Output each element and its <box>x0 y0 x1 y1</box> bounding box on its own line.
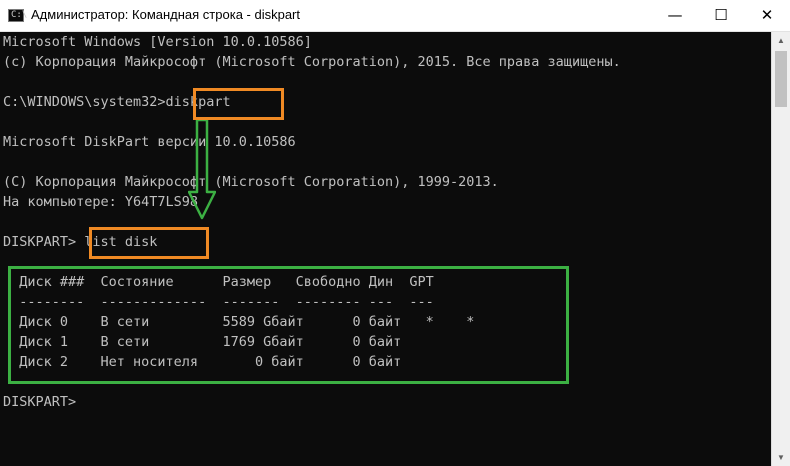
maximize-button[interactable]: ☐ <box>698 0 744 31</box>
title-bar[interactable]: C:\ Администратор: Командная строка - di… <box>0 0 790 32</box>
console-line: (C) Корпорация Майкрософт (Microsoft Cor… <box>3 174 499 190</box>
minimize-button[interactable]: — <box>652 0 698 31</box>
diskpart-command-highlight <box>193 88 284 120</box>
console-line: (c) Корпорация Майкрософт (Microsoft Cor… <box>3 54 621 70</box>
vertical-scrollbar[interactable]: ▲ ▼ <box>771 32 790 466</box>
scroll-up-arrow-icon[interactable]: ▲ <box>772 32 790 49</box>
console-prompt-line: DISKPART> <box>3 394 77 410</box>
console-line: На компьютере: Y64T7LS98 <box>3 194 199 210</box>
close-button[interactable]: ✕ <box>744 0 790 31</box>
console-line: Microsoft DiskPart версии 10.0.10586 <box>3 134 296 150</box>
command-prompt-window: C:\ Администратор: Командная строка - di… <box>0 0 790 466</box>
window-title: Администратор: Командная строка - diskpa… <box>31 7 301 22</box>
down-arrow-icon <box>188 120 216 220</box>
console-line: Microsoft Windows [Version 10.0.10586] <box>3 34 312 50</box>
cmd-icon: C:\ <box>8 9 27 22</box>
list-disk-command-highlight <box>89 227 209 259</box>
scroll-down-arrow-icon[interactable]: ▼ <box>772 449 790 466</box>
scrollbar-thumb[interactable] <box>775 51 787 107</box>
disk-table-highlight <box>8 266 569 384</box>
